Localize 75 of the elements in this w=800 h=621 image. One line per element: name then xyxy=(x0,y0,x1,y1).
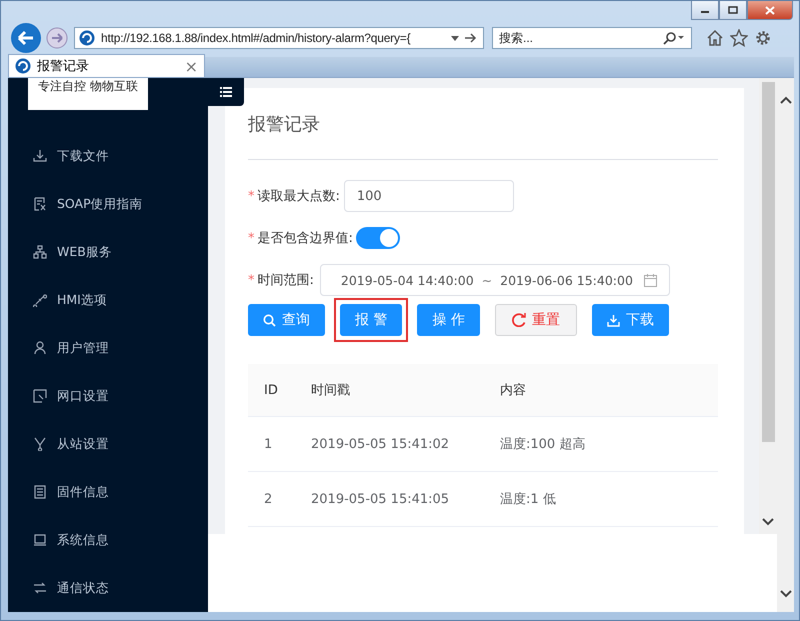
tab-close-button[interactable]: × xyxy=(184,56,198,76)
scroll-down-icon[interactable] xyxy=(762,518,774,526)
scrollbar-thumb[interactable] xyxy=(762,82,774,442)
scrollbar[interactable] xyxy=(759,78,777,534)
end-date: 2019-06-06 15:40:00 xyxy=(500,272,633,288)
table-cell-text: 1 xyxy=(263,436,274,452)
search-icon xyxy=(263,314,276,326)
column-header: 内容 xyxy=(500,382,527,399)
site-icon xyxy=(15,58,31,74)
table-cell-text: 温度:100 超高 xyxy=(500,436,586,453)
sidebar-item[interactable]: 固件信息 xyxy=(8,468,208,516)
close-button[interactable] xyxy=(747,1,793,20)
reload-icon xyxy=(512,313,526,327)
field-label: 读取最大点数: xyxy=(258,188,340,205)
menu-item-icon xyxy=(33,389,47,403)
date-range-field[interactable]: 2019-05-04 14:40:00 ~ 2019-06-06 15:40:00 xyxy=(320,264,670,296)
menu-item-icon xyxy=(33,437,47,451)
sidebar-item[interactable]: 网口设置 xyxy=(8,372,208,420)
download-icon xyxy=(606,314,620,326)
required-mark: * xyxy=(248,188,254,204)
back-button[interactable] xyxy=(10,22,42,54)
sidebar-item[interactable]: 系统信息 xyxy=(8,516,208,564)
menu-item-icon xyxy=(33,293,47,307)
table-cell-text: 温度:1 低 xyxy=(500,491,557,508)
site-icon xyxy=(79,30,95,46)
address-bar[interactable]: http://192.168.1.88/index.html#/admin/history-alarm?query={ xyxy=(74,27,484,49)
action-button[interactable]: 重置 xyxy=(494,304,577,336)
forward-button[interactable] xyxy=(46,27,68,49)
sidebar-item[interactable]: HMI选项 xyxy=(8,276,208,324)
star-icon[interactable] xyxy=(730,29,748,47)
table-cell-text: 2019-05-05 15:41:05 xyxy=(311,492,450,506)
menu-icon xyxy=(220,87,232,97)
toggle-switch[interactable] xyxy=(356,227,400,249)
menu-item-icon xyxy=(33,197,47,211)
close-icon xyxy=(765,6,775,14)
minimize-button[interactable] xyxy=(691,1,719,20)
input-field[interactable]: 100 xyxy=(344,180,514,212)
table-cell-text: 2 xyxy=(263,492,274,506)
required-mark: * xyxy=(248,230,254,246)
sidebar-item[interactable]: 通信状态 xyxy=(8,564,208,612)
sidebar-item[interactable]: 下载文件 xyxy=(8,132,208,180)
column-header: 时间戳 xyxy=(311,382,351,399)
home-icon[interactable] xyxy=(706,29,724,47)
settings-icon[interactable] xyxy=(754,29,772,47)
field-label: 时间范围: xyxy=(258,272,314,289)
sidebar-item[interactable]: 从站设置 xyxy=(8,420,208,468)
scroll-up-icon[interactable] xyxy=(780,96,792,104)
field-label: 是否包含边界值: xyxy=(258,230,353,247)
table-cell-text: 2019-05-05 15:41:02 xyxy=(311,436,450,452)
maximize-button[interactable] xyxy=(719,1,747,20)
menu-item-icon xyxy=(33,533,47,547)
go-arrow-icon[interactable] xyxy=(465,33,477,43)
browser-tab[interactable]: 报警记录 × xyxy=(8,54,205,77)
dropdown-icon[interactable] xyxy=(451,36,459,40)
column-header: ID xyxy=(263,382,279,398)
scrollbar[interactable] xyxy=(777,78,794,612)
sidebar-item[interactable]: WEB服务 xyxy=(8,228,208,276)
scroll-down-icon[interactable] xyxy=(780,590,792,598)
range-separator: ~ xyxy=(482,272,492,288)
menu-item-icon xyxy=(33,245,47,259)
required-mark: * xyxy=(248,272,254,288)
search-field[interactable]: 搜索... xyxy=(492,27,692,49)
sidebar-item[interactable]: SOAP使用指南 xyxy=(8,180,208,228)
menu-item-icon xyxy=(33,149,47,163)
menu-toggle-button[interactable] xyxy=(208,78,244,106)
menu-item-icon xyxy=(33,485,47,499)
menu-item-icon xyxy=(33,581,47,595)
sidebar-item[interactable]: 用户管理 xyxy=(8,324,208,372)
maximize-icon xyxy=(728,6,738,14)
menu-item-icon xyxy=(33,341,47,355)
brand-slogan: 专注自控 物物互联 xyxy=(38,79,138,95)
search-icon[interactable] xyxy=(663,31,685,45)
start-date: 2019-05-04 14:40:00 xyxy=(340,272,474,288)
tab-title: 报警记录 xyxy=(37,58,90,75)
page-title: 报警记录 xyxy=(248,113,321,137)
